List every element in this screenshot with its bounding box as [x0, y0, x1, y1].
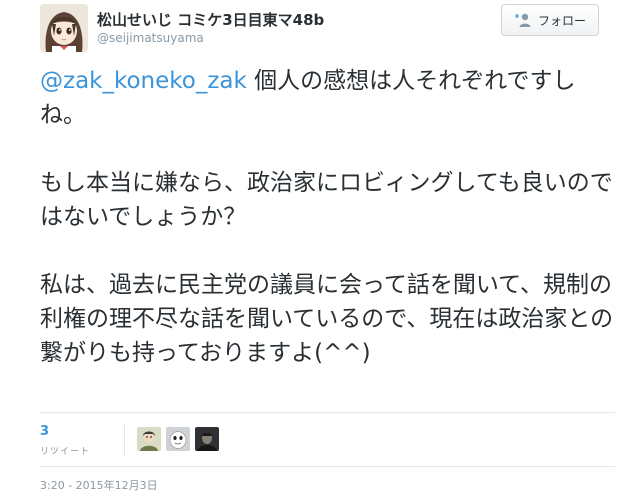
retweet-count[interactable]: 3	[40, 424, 49, 439]
user-handle[interactable]: @seijimatsuyama	[97, 31, 204, 45]
user-display-name[interactable]: 松山せいじ コミケ3日目東マ48b	[97, 9, 324, 30]
add-user-icon	[514, 13, 531, 27]
tweet-paragraph-3: 私は、過去に民主党の議員に会って話を聞いて、規制の利権の理不尽な話を聞いているの…	[40, 272, 614, 366]
tweet-card: 松山せいじ コミケ3日目東マ48b @seijimatsuyama フォロー @…	[0, 0, 641, 492]
follow-button-label: フォロー	[537, 13, 586, 28]
retweeter-avatar-3[interactable]	[195, 427, 219, 451]
stats-divider-top	[40, 412, 615, 413]
retweeter-avatar-1[interactable]	[137, 427, 161, 451]
anime-girl-avatar-icon	[40, 4, 88, 52]
tweet-paragraph-1: @zak_koneko_zak 個人の感想は人それぞれですしね。	[40, 64, 615, 132]
tweet-text: @zak_koneko_zak 個人の感想は人それぞれですしね。 もし本当に嫌な…	[40, 64, 615, 370]
stats-divider-bottom	[40, 466, 615, 467]
follow-button[interactable]: フォロー	[501, 4, 599, 36]
tweet-paragraph-2: もし本当に嫌なら、政治家にロビィングしても良いのではないでしょうか？	[40, 170, 613, 230]
retweeter-avatar-2[interactable]	[166, 427, 190, 451]
mention-link[interactable]: @zak_koneko_zak	[40, 68, 247, 94]
stats-separator	[124, 423, 125, 456]
user-avatar[interactable]	[40, 4, 88, 52]
tweet-timestamp[interactable]: 3:20 - 2015年12月3日	[40, 477, 158, 493]
retweet-label: リツイート	[40, 447, 91, 457]
retweeter-avatars	[137, 427, 219, 451]
